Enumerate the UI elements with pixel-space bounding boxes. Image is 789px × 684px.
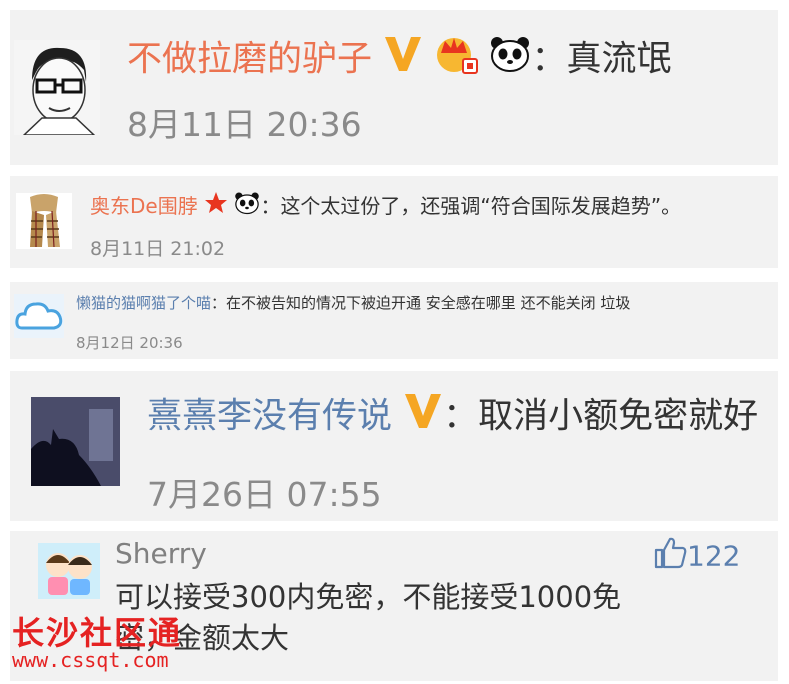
colon-separator: ： <box>531 39 567 80</box>
username-link[interactable]: Sherry <box>115 536 207 572</box>
colon-separator: ： <box>211 294 227 312</box>
verified-v-icon <box>383 35 423 86</box>
username-link[interactable]: 奥东De围脖 <box>90 194 198 218</box>
verified-v-icon <box>403 392 443 443</box>
avatar[interactable] <box>14 40 100 135</box>
timestamp[interactable]: 7月26日 07:55 <box>147 468 382 516</box>
comment-header: 熹熹李没有传说 ：取消小额免密就好 <box>147 392 758 443</box>
comment-card: 懒猫的猫啊猫了个喵：在不被告知的情况下被迫开通 安全感在哪里 还不能关闭 垃圾 … <box>10 282 778 359</box>
comment-header: 不做拉磨的驴子 ：真流氓 <box>127 33 671 88</box>
username-link[interactable]: 熹熹李没有传说 <box>147 397 392 437</box>
panda-icon <box>234 191 260 224</box>
star-icon <box>204 191 228 224</box>
comment-card: 熹熹李没有传说 ：取消小额免密就好 7月26日 07:55 <box>10 371 778 521</box>
comment-text: 在不被告知的情况下被迫开通 安全感在哪里 还不能关闭 垃圾 <box>226 294 631 312</box>
timestamp[interactable]: 8月11日 20:36 <box>127 98 362 146</box>
avatar[interactable] <box>38 543 100 599</box>
thumbs-up-icon <box>653 536 687 579</box>
avatar[interactable] <box>31 397 120 486</box>
comment-text: 可以接受300内免密，不能接受1000免 <box>115 580 622 614</box>
comment-header: 奥东De围脖 ：这个太过份了，还强调“符合国际发展趋势”。 <box>90 190 681 224</box>
comment-card: 不做拉磨的驴子 ：真流氓 8月11日 20:36 <box>10 10 778 165</box>
watermark-url: www.cssqt.com <box>12 648 169 672</box>
username-link[interactable]: 不做拉磨的驴子 <box>127 40 372 80</box>
avatar[interactable] <box>16 193 72 249</box>
username-link[interactable]: 懒猫的猫啊猫了个喵 <box>76 294 211 312</box>
avatar[interactable] <box>14 294 64 338</box>
like-button[interactable]: 122 <box>653 536 740 579</box>
panda-icon <box>489 35 531 86</box>
comment-text: 真流氓 <box>566 39 672 80</box>
comment-card: 奥东De围脖 ：这个太过份了，还强调“符合国际发展趋势”。 8月11日 21:0… <box>10 176 778 268</box>
timestamp[interactable]: 8月12日 20:36 <box>76 332 183 353</box>
vip-crown-icon <box>434 33 479 88</box>
like-count: 122 <box>687 539 741 573</box>
colon-separator: ： <box>260 194 281 218</box>
timestamp[interactable]: 8月11日 21:02 <box>90 234 225 261</box>
comment-text: 这个太过份了，还强调“符合国际发展趋势”。 <box>280 194 682 218</box>
comment-text: 取消小额免密就好 <box>478 396 759 437</box>
colon-separator: ： <box>443 396 479 437</box>
comment-header: 懒猫的猫啊猫了个喵：在不被告知的情况下被迫开通 安全感在哪里 还不能关闭 垃圾 <box>76 291 630 315</box>
